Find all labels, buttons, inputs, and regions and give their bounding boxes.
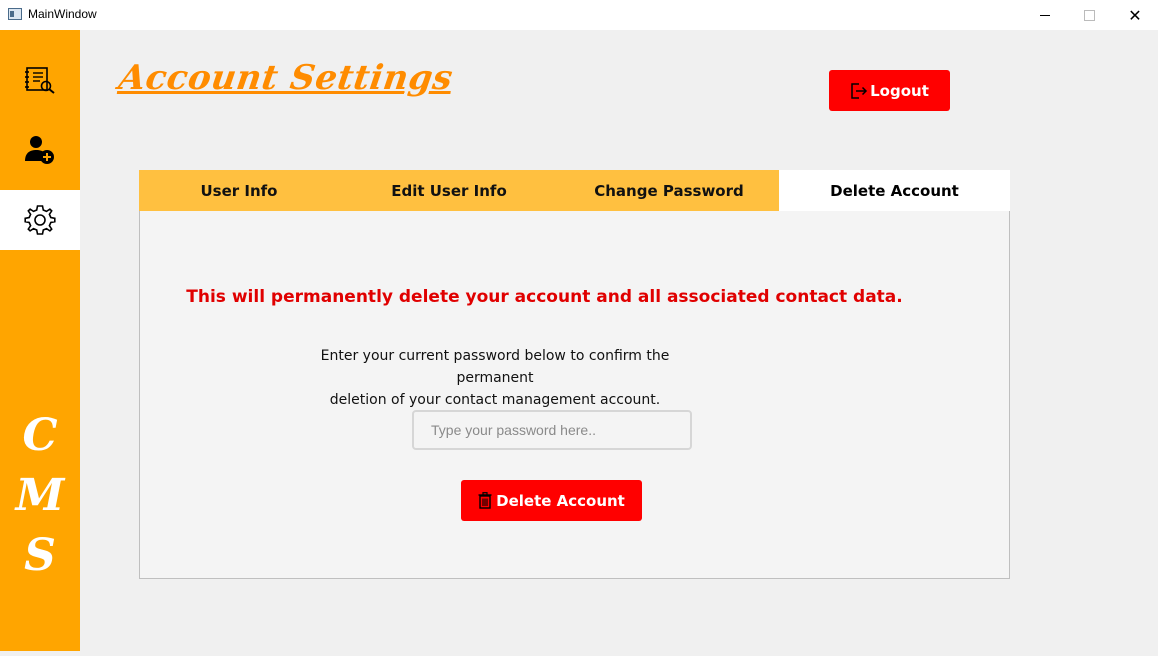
- gear-icon: [24, 205, 56, 235]
- logout-icon: [851, 82, 868, 99]
- address-book-icon: [25, 67, 55, 94]
- brand-letter-s: S: [24, 530, 56, 581]
- logout-label: Logout: [870, 81, 929, 100]
- page-title: Account Settings: [116, 58, 456, 98]
- sidebar-item-add-contact[interactable]: [0, 120, 80, 180]
- password-input[interactable]: [412, 410, 692, 450]
- instructions-line-2: deletion of your contact management acco…: [329, 392, 661, 408]
- brand-letter-m: M: [15, 470, 65, 521]
- delete-account-panel: This will permanently delete your accoun…: [139, 211, 1010, 579]
- sidebar: C M S: [0, 30, 80, 651]
- minimize-button[interactable]: [1022, 0, 1068, 30]
- minimize-icon: [1040, 14, 1050, 16]
- close-icon: ✕: [1128, 5, 1142, 25]
- tab-delete-account[interactable]: Delete Account: [779, 170, 1010, 211]
- tab-user-info[interactable]: User Info: [139, 170, 339, 211]
- logout-button[interactable]: Logout: [829, 70, 950, 111]
- maximize-button[interactable]: [1066, 0, 1112, 30]
- trash-icon: [478, 492, 492, 509]
- settings-tab-bar: User Info Edit User Info Change Password…: [139, 170, 1010, 211]
- app-window-icon: [8, 8, 22, 20]
- close-button[interactable]: ✕: [1112, 0, 1158, 30]
- window-title: MainWindow: [28, 7, 97, 21]
- maximize-icon: [1083, 9, 1095, 21]
- tab-change-password[interactable]: Change Password: [559, 170, 779, 211]
- brand-letter-c: C: [22, 410, 58, 461]
- sidebar-item-settings[interactable]: [0, 190, 80, 250]
- delete-account-label: Delete Account: [496, 491, 625, 510]
- delete-warning-text: This will permanently delete your accoun…: [186, 287, 903, 307]
- delete-account-button[interactable]: Delete Account: [461, 480, 642, 521]
- bottom-edge: [0, 651, 1158, 656]
- tab-edit-user-info[interactable]: Edit User Info: [339, 170, 559, 211]
- add-user-icon: [25, 136, 54, 164]
- sidebar-item-contacts[interactable]: [0, 50, 80, 110]
- delete-instructions: Enter your current password below to con…: [295, 345, 695, 411]
- instructions-line-1: Enter your current password below to con…: [320, 348, 670, 386]
- window-titlebar: MainWindow ✕: [0, 0, 1158, 30]
